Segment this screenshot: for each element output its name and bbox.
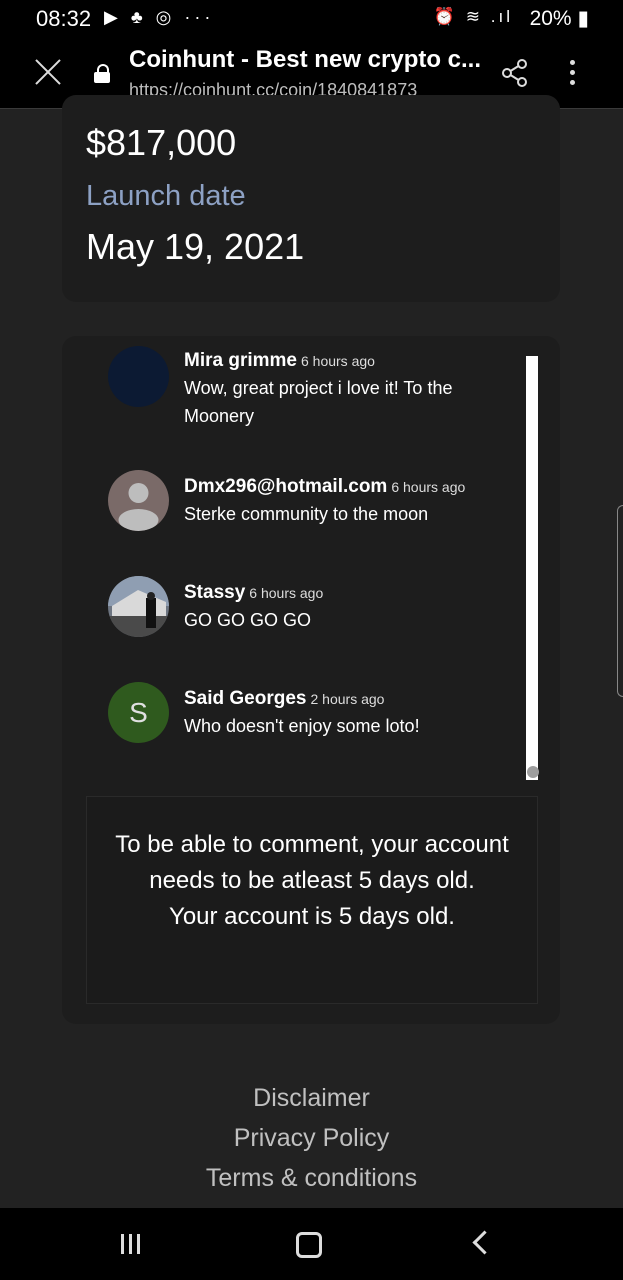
system-nav-bar <box>0 1208 623 1280</box>
comment-text: Wow, great project i love it! To the Moo… <box>184 378 453 426</box>
comments-scrollbar[interactable] <box>526 356 538 780</box>
scrollbar-thumb[interactable] <box>527 766 539 778</box>
page-title[interactable]: Coinhunt - Best new crypto c... <box>129 46 481 74</box>
home-icon[interactable] <box>296 1232 322 1258</box>
comment-author[interactable]: Dmx296@hotmail.com <box>184 476 387 497</box>
comment-author[interactable]: Stassy <box>184 582 245 603</box>
status-time: 08:32 <box>36 6 92 31</box>
close-icon[interactable] <box>34 58 62 86</box>
terms-link[interactable]: Terms & conditions <box>0 1158 623 1198</box>
comment-restriction-notice: To be able to comment, your account need… <box>86 796 538 1004</box>
system-icons: ⏰ ≋ .ıl <box>433 7 513 26</box>
user-photo-icon <box>108 576 169 637</box>
market-value: $817,000 <box>86 122 237 163</box>
edge-panel-handle[interactable] <box>617 505 623 697</box>
comment-time: 2 hours ago <box>310 691 385 707</box>
disclaimer-link[interactable]: Disclaimer <box>0 1078 623 1118</box>
launch-date-label: Launch date <box>86 180 246 212</box>
battery-level: 20% ▮ <box>529 7 589 30</box>
share-icon[interactable] <box>500 58 530 88</box>
comment-time: 6 hours ago <box>300 353 375 369</box>
notification-icons: ▶ ♣ ◎ ··· <box>104 7 215 27</box>
notice-requirement: To be able to comment, your account need… <box>115 831 509 894</box>
comment-author[interactable]: Mira grimme <box>184 350 297 371</box>
default-user-icon <box>118 483 159 531</box>
avatar <box>108 346 169 407</box>
comment-text: GO GO GO GO <box>184 610 312 630</box>
lock-icon[interactable] <box>94 64 110 83</box>
avatar <box>108 576 169 637</box>
launch-date-value: May 19, 2021 <box>86 226 305 267</box>
avatar: S <box>108 682 169 743</box>
avatar <box>108 470 169 531</box>
comment-time: 6 hours ago <box>249 585 324 601</box>
status-bar: 08:32 ▶ ♣ ◎ ··· ⏰ ≋ .ıl 20% ▮ <box>0 0 623 36</box>
comment-time: 6 hours ago <box>391 479 466 495</box>
footer-links: Disclaimer Privacy Policy Terms & condit… <box>0 1078 623 1198</box>
more-options-icon[interactable] <box>570 60 578 86</box>
comment-text: Who doesn't enjoy some loto! <box>184 716 420 736</box>
recent-apps-icon[interactable] <box>121 1234 147 1254</box>
comment-text: Sterke community to the moon <box>184 504 429 524</box>
notice-account-age: Your account is 5 days old. <box>169 903 455 930</box>
comment-author[interactable]: Said Georges <box>184 688 307 709</box>
privacy-policy-link[interactable]: Privacy Policy <box>0 1118 623 1158</box>
back-icon[interactable] <box>472 1230 497 1255</box>
